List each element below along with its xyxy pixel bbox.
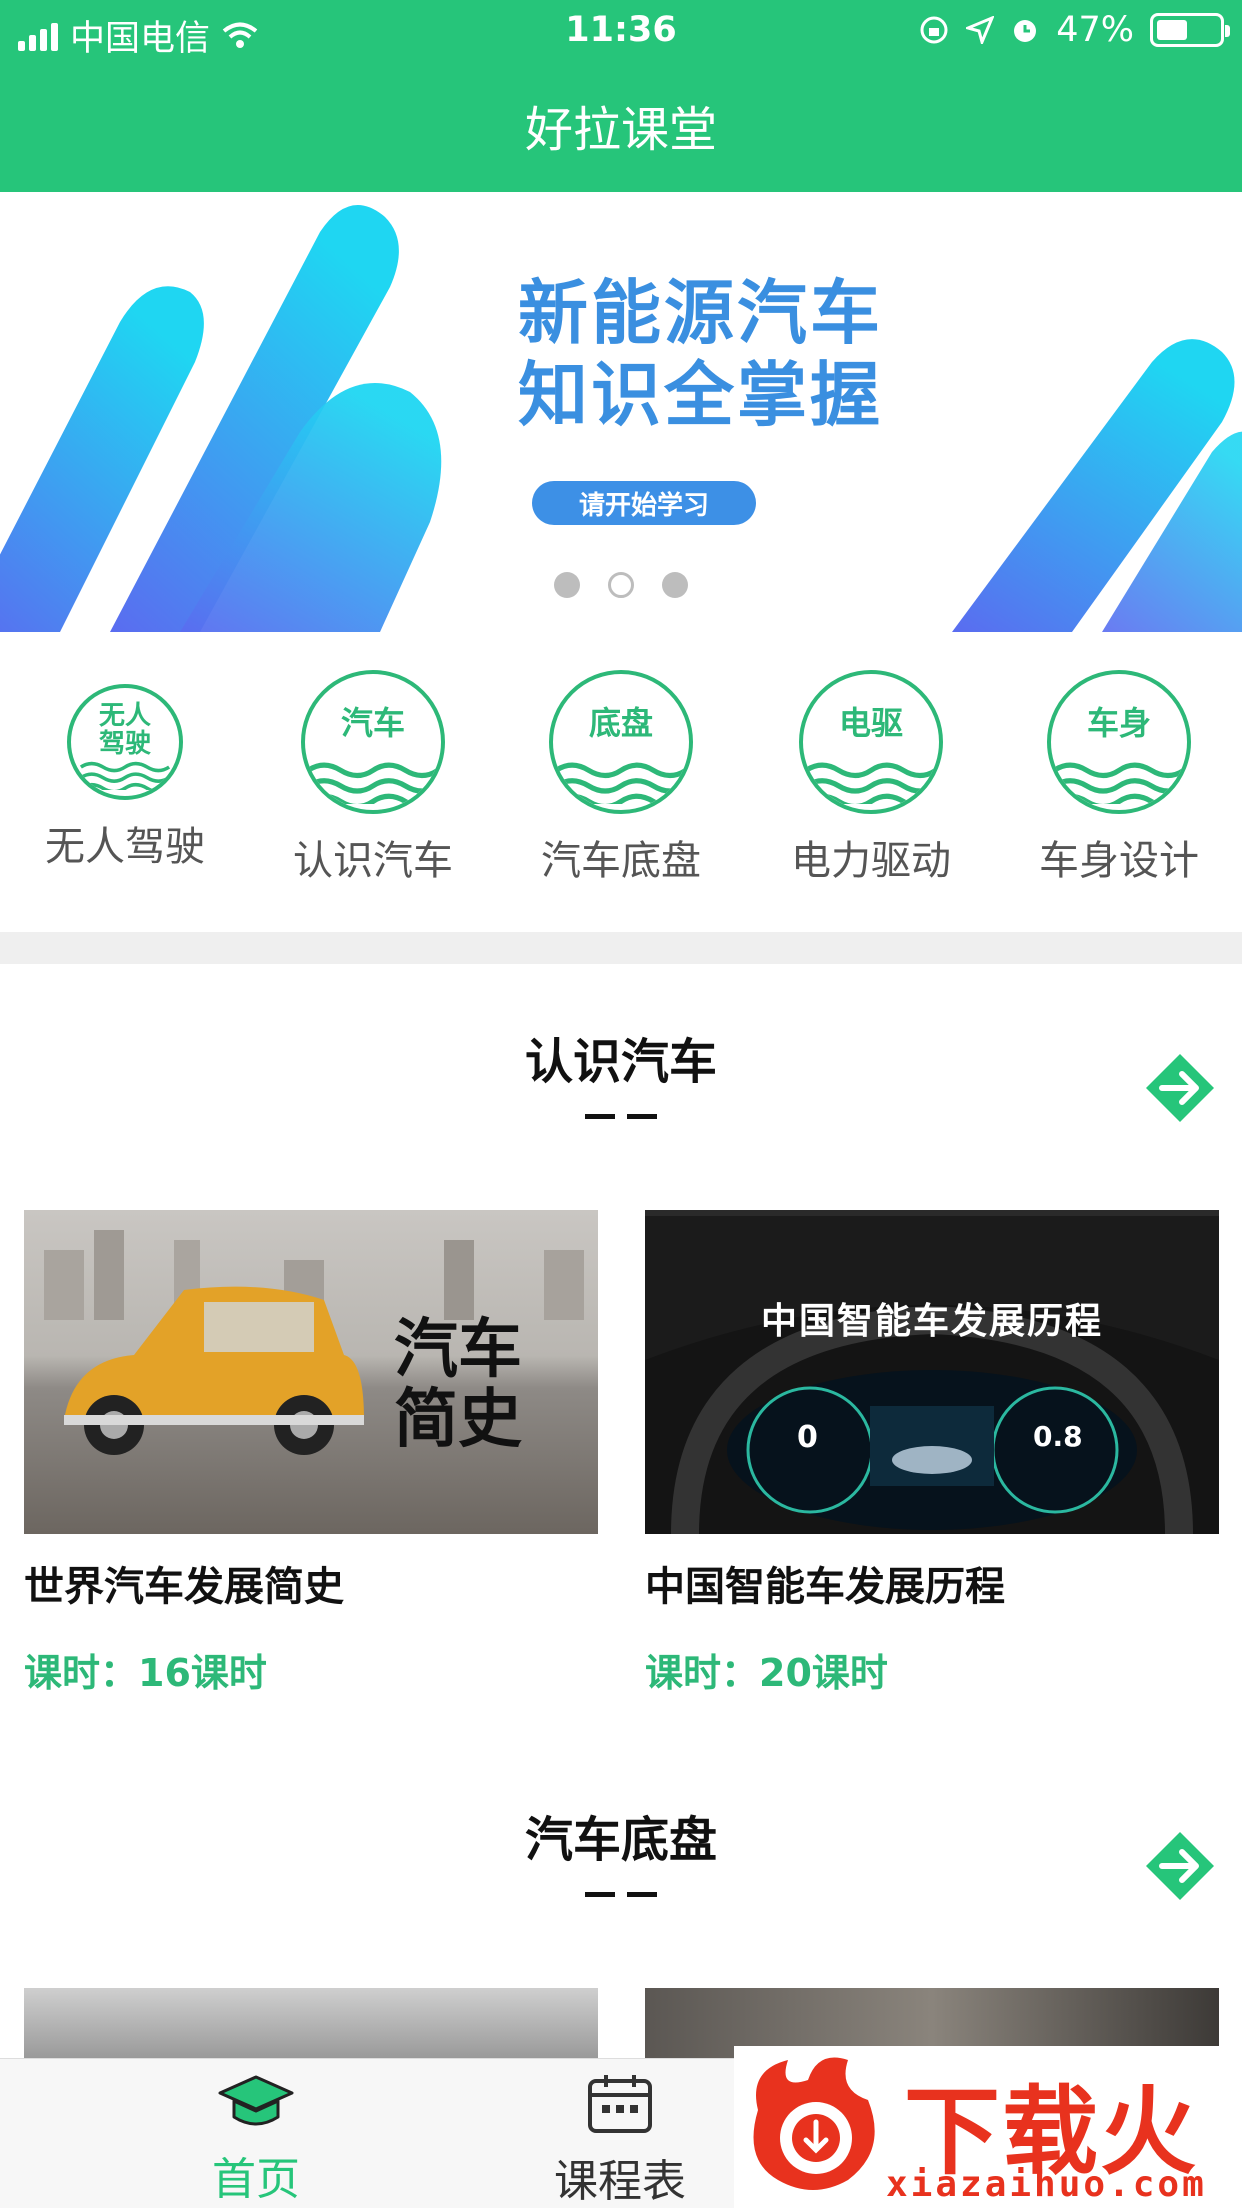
- status-bar: 中国电信 11:36 47%: [0, 0, 1242, 62]
- thumbnail-caption-line1: 汽车: [394, 1313, 522, 1387]
- app-title: 好拉课堂: [524, 102, 717, 158]
- battery-percent: 47%: [1056, 10, 1134, 50]
- thumbnail-caption: 中国智能车发展历程: [760, 1301, 1103, 1342]
- tab-home[interactable]: 首页: [126, 2073, 386, 2207]
- banner-stripes-left: [0, 205, 442, 632]
- course-title: 中国智能车发展历程: [645, 1564, 1005, 1610]
- start-learning-button[interactable]: 请开始学习: [532, 481, 756, 525]
- category-icon-text: 驾驶: [98, 729, 151, 759]
- promo-banner[interactable]: 新能源汽车 知识全掌握 请开始学习: [0, 192, 1242, 632]
- banner-dot-1[interactable]: [554, 572, 580, 598]
- alarm-icon: [1014, 20, 1037, 42]
- watermark-overlay: 下载火 xiazaihuo.com: [734, 2046, 1242, 2208]
- banner-dot-3[interactable]: [662, 572, 688, 598]
- course-hours: 课时：16课时: [24, 1651, 267, 1695]
- category-label: 电力驱动: [791, 838, 951, 884]
- category-icon-text: 无人: [98, 701, 151, 731]
- graduation-cap-icon: [218, 2075, 294, 2126]
- banner-stripes-right: [952, 339, 1242, 632]
- chassis-icon: 底盘: [549, 670, 693, 814]
- rotation-lock-icon: [920, 16, 948, 44]
- car-icon: 汽车: [301, 670, 445, 814]
- category-chassis[interactable]: 底盘 汽车底盘: [506, 670, 736, 886]
- banner-dot-2[interactable]: [608, 572, 634, 598]
- autonomous-driving-icon: 无人 驾驶: [67, 684, 183, 800]
- category-know-cars[interactable]: 汽车 认识汽车: [258, 670, 488, 886]
- section-title-chassis: 汽车底盘: [524, 1812, 717, 1868]
- course-hours: 课时：20课时: [645, 1651, 888, 1695]
- thumbnail-caption-line2: 简史: [394, 1383, 522, 1457]
- more-arrow-icon[interactable]: [1142, 1828, 1218, 1904]
- more-arrow-icon[interactable]: [1142, 1050, 1218, 1126]
- banner-headline-line2: 知识全掌握: [518, 354, 883, 436]
- tab-schedule[interactable]: 课程表: [490, 2073, 750, 2208]
- category-label: 车身设计: [1039, 838, 1199, 884]
- section-underline: [585, 1114, 657, 1119]
- battery-icon: [1150, 13, 1230, 47]
- car-body-icon: 车身: [1047, 670, 1191, 814]
- calendar-icon: [588, 2075, 652, 2133]
- smart-car-dashboard-image: [645, 1210, 1219, 1534]
- course-card[interactable]: 汽车 简史 世界汽车发展简史 课时：16课时: [24, 1210, 598, 1697]
- category-label: 无人驾驶: [45, 824, 205, 870]
- category-row: 无人 驾驶 无人驾驶 汽车 认识汽车 底盘 汽车底盘 电驱 电力驱动 车身 车身设…: [0, 670, 1242, 890]
- section-divider: [0, 932, 1242, 964]
- electric-drive-icon: 电驱: [799, 670, 943, 814]
- top-bar: 中国电信 11:36 47% 好拉课堂: [0, 0, 1242, 192]
- category-label: 汽车底盘: [541, 838, 701, 884]
- location-icon: [966, 16, 995, 44]
- section-title-know-cars: 认识汽车: [524, 1034, 717, 1090]
- tab-label: 首页: [212, 2154, 300, 2205]
- category-electric-drive[interactable]: 电驱 电力驱动: [756, 670, 986, 886]
- category-autonomous-driving[interactable]: 无人 驾驶 无人驾驶: [10, 670, 240, 872]
- watermark-url: xiazaihuo.com: [886, 2164, 1207, 2205]
- section-underline: [585, 1892, 657, 1897]
- course-card[interactable]: 中国智能车发展历程 0 0.8 中国智能车发展历程 课时：20课时: [645, 1210, 1219, 1697]
- category-icon-text: 底盘: [588, 704, 653, 742]
- dashboard-speed-readout: 0: [797, 1420, 818, 1455]
- banner-headline: 新能源汽车 知识全掌握: [518, 272, 883, 436]
- category-icon-text: 电驱: [838, 704, 903, 742]
- thumbnail-caption: 汽车 简史: [394, 1315, 522, 1455]
- course-thumbnail: 中国智能车发展历程 0 0.8: [645, 1210, 1219, 1534]
- category-label: 认识汽车: [293, 838, 453, 884]
- course-title: 世界汽车发展简史: [24, 1564, 344, 1610]
- banner-pagination: [554, 572, 688, 598]
- category-body-design[interactable]: 车身 车身设计: [1004, 670, 1234, 886]
- tab-label: 课程表: [554, 2156, 686, 2207]
- dashboard-power-readout: 0.8: [1033, 1420, 1083, 1453]
- course-thumbnail: 汽车 简史: [24, 1210, 598, 1534]
- watermark-logo-icon: [753, 2057, 875, 2190]
- category-icon-text: 车身: [1086, 704, 1151, 742]
- course-card-partial[interactable]: [24, 1988, 598, 2058]
- category-icon-text: 汽车: [340, 704, 405, 742]
- banner-headline-line1: 新能源汽车: [518, 272, 883, 354]
